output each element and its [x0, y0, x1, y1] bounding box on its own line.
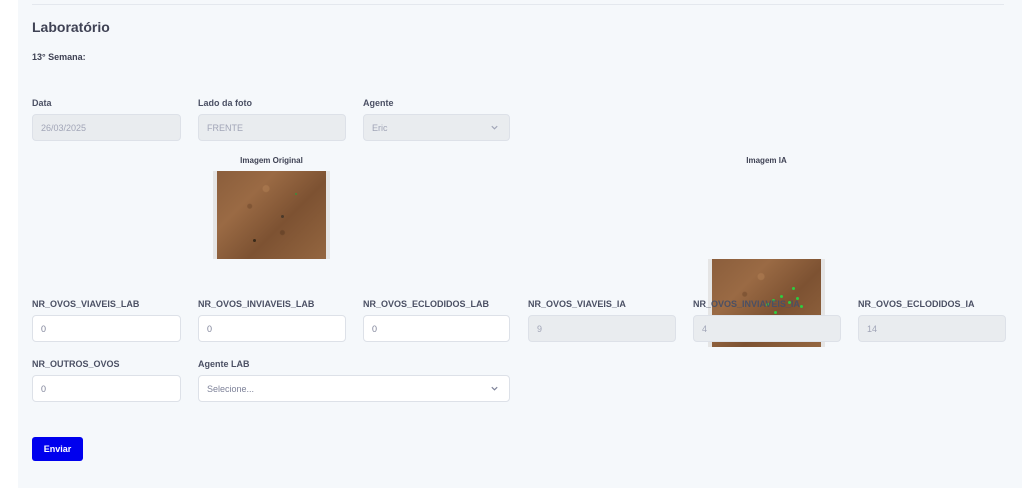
data-field: 26/03/2025: [32, 114, 181, 141]
viaveis-lab-value: 0: [41, 323, 47, 334]
inviaveis-lab-label: NR_OVOS_INVIAVEIS_LAB: [198, 299, 315, 309]
inviaveis-ia-field: 4: [693, 315, 841, 342]
lado-foto-field: FRENTE: [198, 114, 346, 141]
outros-ovos-label: NR_OUTROS_OVOS: [32, 359, 120, 369]
viaveis-ia-field: 9: [528, 315, 676, 342]
page-title: Laboratório: [32, 19, 110, 35]
week-label: 13° Semana:: [32, 52, 86, 62]
lado-foto-value: FRENTE: [207, 122, 243, 133]
inviaveis-lab-input[interactable]: 0: [198, 315, 346, 342]
agente-lab-placeholder: Selecione...: [207, 383, 255, 394]
eclodidos-ia-field: 14: [858, 315, 1006, 342]
viaveis-lab-input[interactable]: 0: [32, 315, 181, 342]
agente-label: Agente: [363, 98, 394, 108]
lab-panel: [18, 0, 1022, 488]
lado-foto-label: Lado da foto: [198, 98, 252, 108]
inviaveis-ia-value: 4: [702, 323, 708, 334]
agente-select: Eric: [363, 114, 510, 141]
agente-lab-select[interactable]: Selecione...: [198, 375, 510, 402]
enviar-button[interactable]: Enviar: [32, 437, 83, 461]
chevron-down-icon: [491, 386, 498, 391]
viaveis-ia-value: 9: [537, 323, 543, 334]
data-label: Data: [32, 98, 52, 108]
eclodidos-lab-input[interactable]: 0: [363, 315, 510, 342]
viaveis-lab-label: NR_OVOS_VIAVEIS_LAB: [32, 299, 140, 309]
agente-value: Eric: [372, 122, 388, 133]
viaveis-ia-label: NR_OVOS_VIAVEIS_IA: [528, 299, 626, 309]
data-value: 26/03/2025: [41, 122, 87, 133]
agente-lab-label: Agente LAB: [198, 359, 250, 369]
imagem-original: [213, 171, 330, 259]
eclodidos-ia-value: 14: [867, 323, 878, 334]
top-divider: [32, 4, 1004, 5]
inviaveis-lab-value: 0: [207, 323, 213, 334]
outros-ovos-input[interactable]: 0: [32, 375, 181, 402]
inviaveis-ia-label: NR_OVOS_INVIAVEIS_IA: [693, 299, 800, 309]
outros-ovos-value: 0: [41, 383, 47, 394]
eclodidos-ia-label: NR_OVOS_ECLODIDOS_IA: [858, 299, 975, 309]
imagem-original-label: Imagem Original: [240, 156, 303, 165]
eclodidos-lab-value: 0: [372, 323, 378, 334]
chevron-down-icon: [491, 125, 498, 130]
eclodidos-lab-label: NR_OVOS_ECLODIDOS_LAB: [363, 299, 490, 309]
imagem-ia-label: Imagem IA: [746, 156, 787, 165]
